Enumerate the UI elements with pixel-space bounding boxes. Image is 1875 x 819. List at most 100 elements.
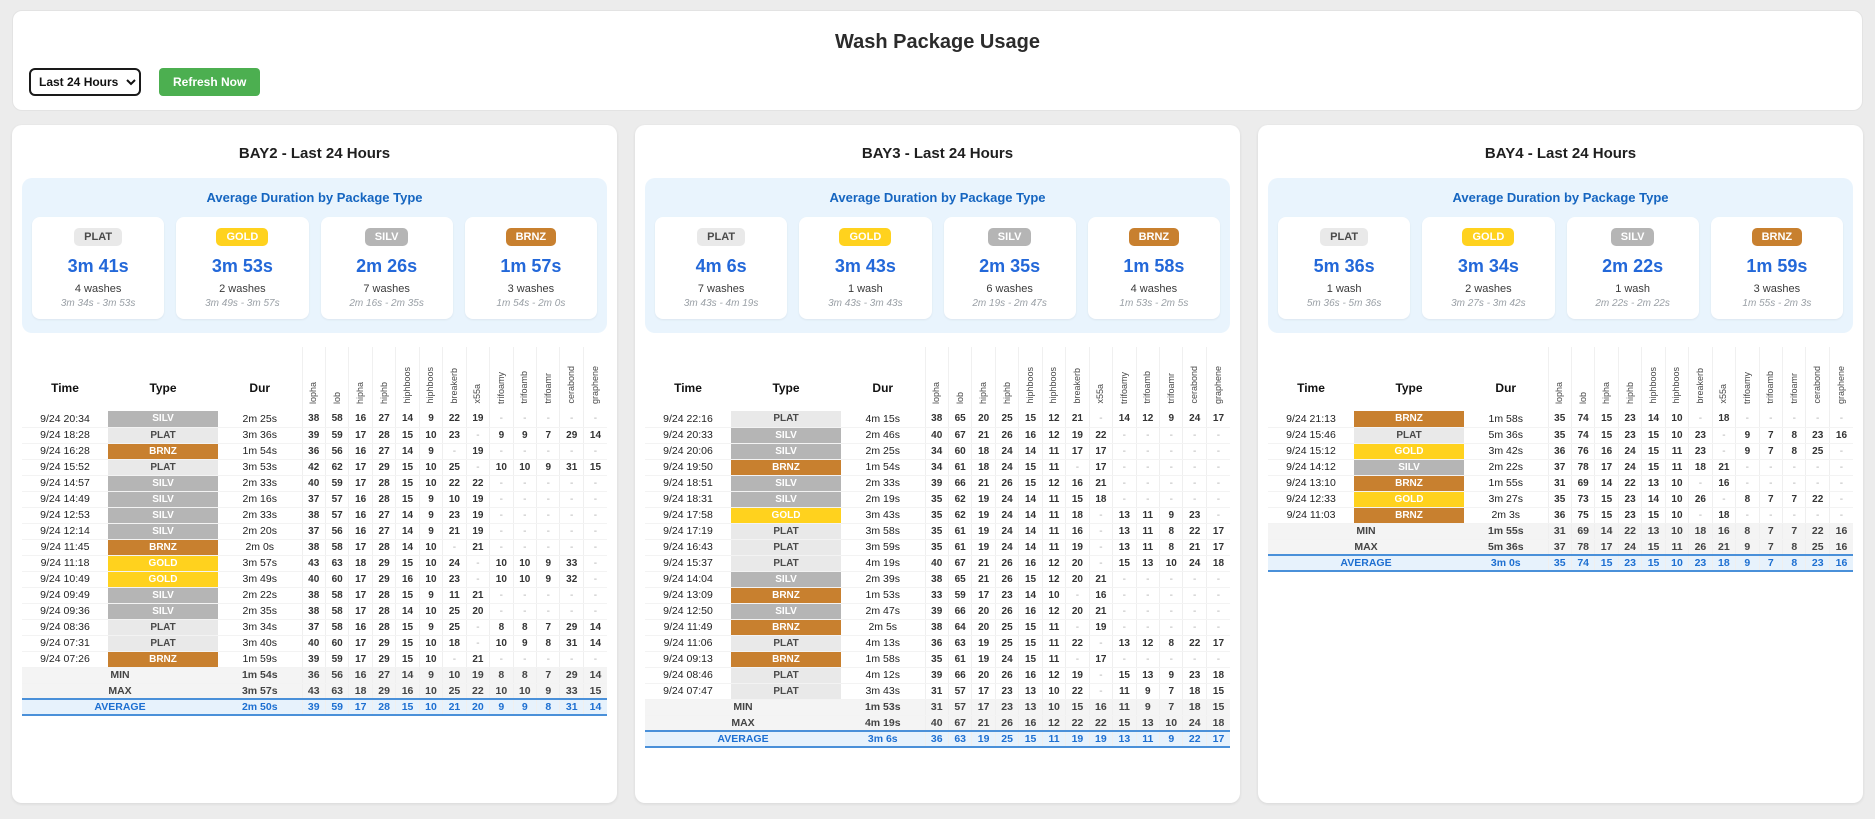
- chem-value: 9: [1736, 427, 1759, 443]
- chemical-label: lob: [1579, 392, 1588, 404]
- wash-type-badge: SILV: [731, 475, 841, 491]
- chem-value: 17: [1206, 731, 1230, 747]
- package-summary: Average Duration by Package TypePLAT3m 4…: [22, 178, 607, 333]
- chem-value: 67: [948, 555, 971, 571]
- chem-value: 12: [1042, 411, 1065, 427]
- chem-value: 8: [537, 635, 560, 651]
- chem-value: 39: [925, 603, 948, 619]
- wash-row: 9/24 09:49SILV2m 22s385817281591121-----: [22, 587, 607, 603]
- chem-value: 62: [948, 491, 971, 507]
- chem-value: -: [560, 491, 583, 507]
- chem-value: -: [1160, 587, 1183, 603]
- chem-value: 8: [1160, 539, 1183, 555]
- chem-value: -: [443, 443, 466, 459]
- chem-value: -: [560, 603, 583, 619]
- chemical-label: x55a: [1096, 384, 1105, 404]
- package-wash-count: 6 washes: [946, 283, 1074, 295]
- chem-value: 38: [302, 507, 325, 523]
- wash-time: 9/24 12:53: [22, 507, 108, 523]
- wash-type-badge: SILV: [731, 443, 841, 459]
- min-row-label: MIN: [645, 699, 841, 715]
- chem-value: -: [1829, 491, 1853, 507]
- chem-value: 9: [1136, 699, 1159, 715]
- chem-value: 22: [1089, 427, 1112, 443]
- package-avg-duration: 1m 59s: [1713, 256, 1841, 277]
- chem-value: 15: [1066, 699, 1089, 715]
- wash-type-badge: BRNZ: [731, 459, 841, 475]
- chem-value: 20: [972, 619, 995, 635]
- chem-value: 19: [1066, 667, 1089, 683]
- wash-table: TimeTypeDurlophalobhiphahiphbhiphbooship…: [1268, 347, 1853, 572]
- wash-type-badge: SILV: [731, 603, 841, 619]
- chem-value: -: [1089, 555, 1112, 571]
- chem-value: 10: [419, 635, 442, 651]
- package-wash-count: 1 wash: [801, 283, 929, 295]
- col-header-chemical: trifoamy: [1113, 347, 1136, 411]
- wash-row: 9/24 11:18GOLD3m 57s43631829151024-10109…: [22, 555, 607, 571]
- chem-value: -: [1206, 619, 1230, 635]
- wash-type-badge: PLAT: [731, 411, 841, 427]
- chem-value: 18: [1689, 523, 1712, 539]
- chem-value: 26: [995, 603, 1018, 619]
- chem-value: 24: [1618, 443, 1641, 459]
- package-cards: PLAT3m 41s4 washes3m 34s - 3m 53sGOLD3m …: [32, 217, 597, 319]
- package-duration-range: 3m 27s - 3m 42s: [1424, 298, 1552, 309]
- package-card: BRNZ1m 57s3 washes1m 54s - 2m 0s: [465, 217, 597, 319]
- chem-value: 29: [372, 683, 395, 699]
- package-duration-range: 3m 49s - 3m 57s: [178, 298, 306, 309]
- chem-value: 65: [948, 571, 971, 587]
- wash-row: 9/24 11:03BRNZ2m 3s367515231510-18-----: [1268, 507, 1853, 523]
- wash-row: 9/24 19:50BRNZ1m 54s346118241511-17-----: [645, 459, 1230, 475]
- chem-value: 18: [1183, 683, 1206, 699]
- wash-row: 9/24 22:16PLAT4m 15s38652025151221-14129…: [645, 411, 1230, 427]
- refresh-button[interactable]: Refresh Now: [159, 68, 260, 96]
- chem-value: 10: [1665, 475, 1688, 491]
- col-header-chemical: x55a: [1089, 347, 1112, 411]
- chem-value: 13: [1136, 715, 1159, 731]
- chem-value: 24: [995, 651, 1018, 667]
- chem-value: 9: [419, 507, 442, 523]
- col-header-chemical: x55a: [466, 347, 489, 411]
- chem-value: 17: [972, 699, 995, 715]
- chem-value: 15: [1595, 411, 1618, 427]
- wash-duration: 5m 36s: [1464, 427, 1548, 443]
- package-wash-count: 3 washes: [467, 283, 595, 295]
- col-header-chemical: hiphboos: [1642, 347, 1665, 411]
- chem-value: 19: [972, 539, 995, 555]
- chem-value: 23: [1689, 443, 1712, 459]
- chem-value: 11: [1136, 731, 1159, 747]
- chem-value: -: [1089, 635, 1112, 651]
- wash-duration: 2m 5s: [841, 619, 925, 635]
- chem-value: 17: [349, 699, 372, 715]
- chem-value: 11: [1042, 539, 1065, 555]
- chem-value: 37: [1548, 459, 1571, 475]
- wash-duration: 2m 47s: [841, 603, 925, 619]
- wash-time: 9/24 15:52: [22, 459, 108, 475]
- chem-value: 32: [560, 571, 583, 587]
- chem-value: -: [583, 555, 607, 571]
- wash-duration: 3m 43s: [841, 507, 925, 523]
- time-range-select[interactable]: Last 24 Hours: [29, 68, 141, 96]
- wash-time: 9/24 19:50: [645, 459, 731, 475]
- chem-value: 25: [995, 635, 1018, 651]
- chem-value: 8: [1160, 635, 1183, 651]
- chem-value: -: [1136, 587, 1159, 603]
- wash-time: 9/24 07:47: [645, 683, 731, 699]
- chemical-label: x55a: [473, 384, 482, 404]
- chem-value: -: [490, 507, 513, 523]
- chem-value: 23: [995, 683, 1018, 699]
- package-card: GOLD3m 34s2 washes3m 27s - 3m 42s: [1422, 217, 1554, 319]
- chem-value: 19: [1066, 731, 1089, 747]
- chem-value: 15: [396, 491, 419, 507]
- chem-value: -: [1689, 507, 1712, 523]
- chem-value: 16: [1089, 587, 1112, 603]
- chemical-label: graphene: [1214, 366, 1223, 404]
- chem-value: -: [1136, 619, 1159, 635]
- package-wash-count: 4 washes: [34, 283, 162, 295]
- package-card: PLAT5m 36s1 wash5m 36s - 5m 36s: [1278, 217, 1410, 319]
- col-header-chemical: breakerb: [1066, 347, 1089, 411]
- chem-value: 17: [1595, 459, 1618, 475]
- wash-duration: 1m 58s: [1464, 411, 1548, 427]
- chem-value: 67: [948, 427, 971, 443]
- chemical-label: trifoamy: [1743, 372, 1752, 404]
